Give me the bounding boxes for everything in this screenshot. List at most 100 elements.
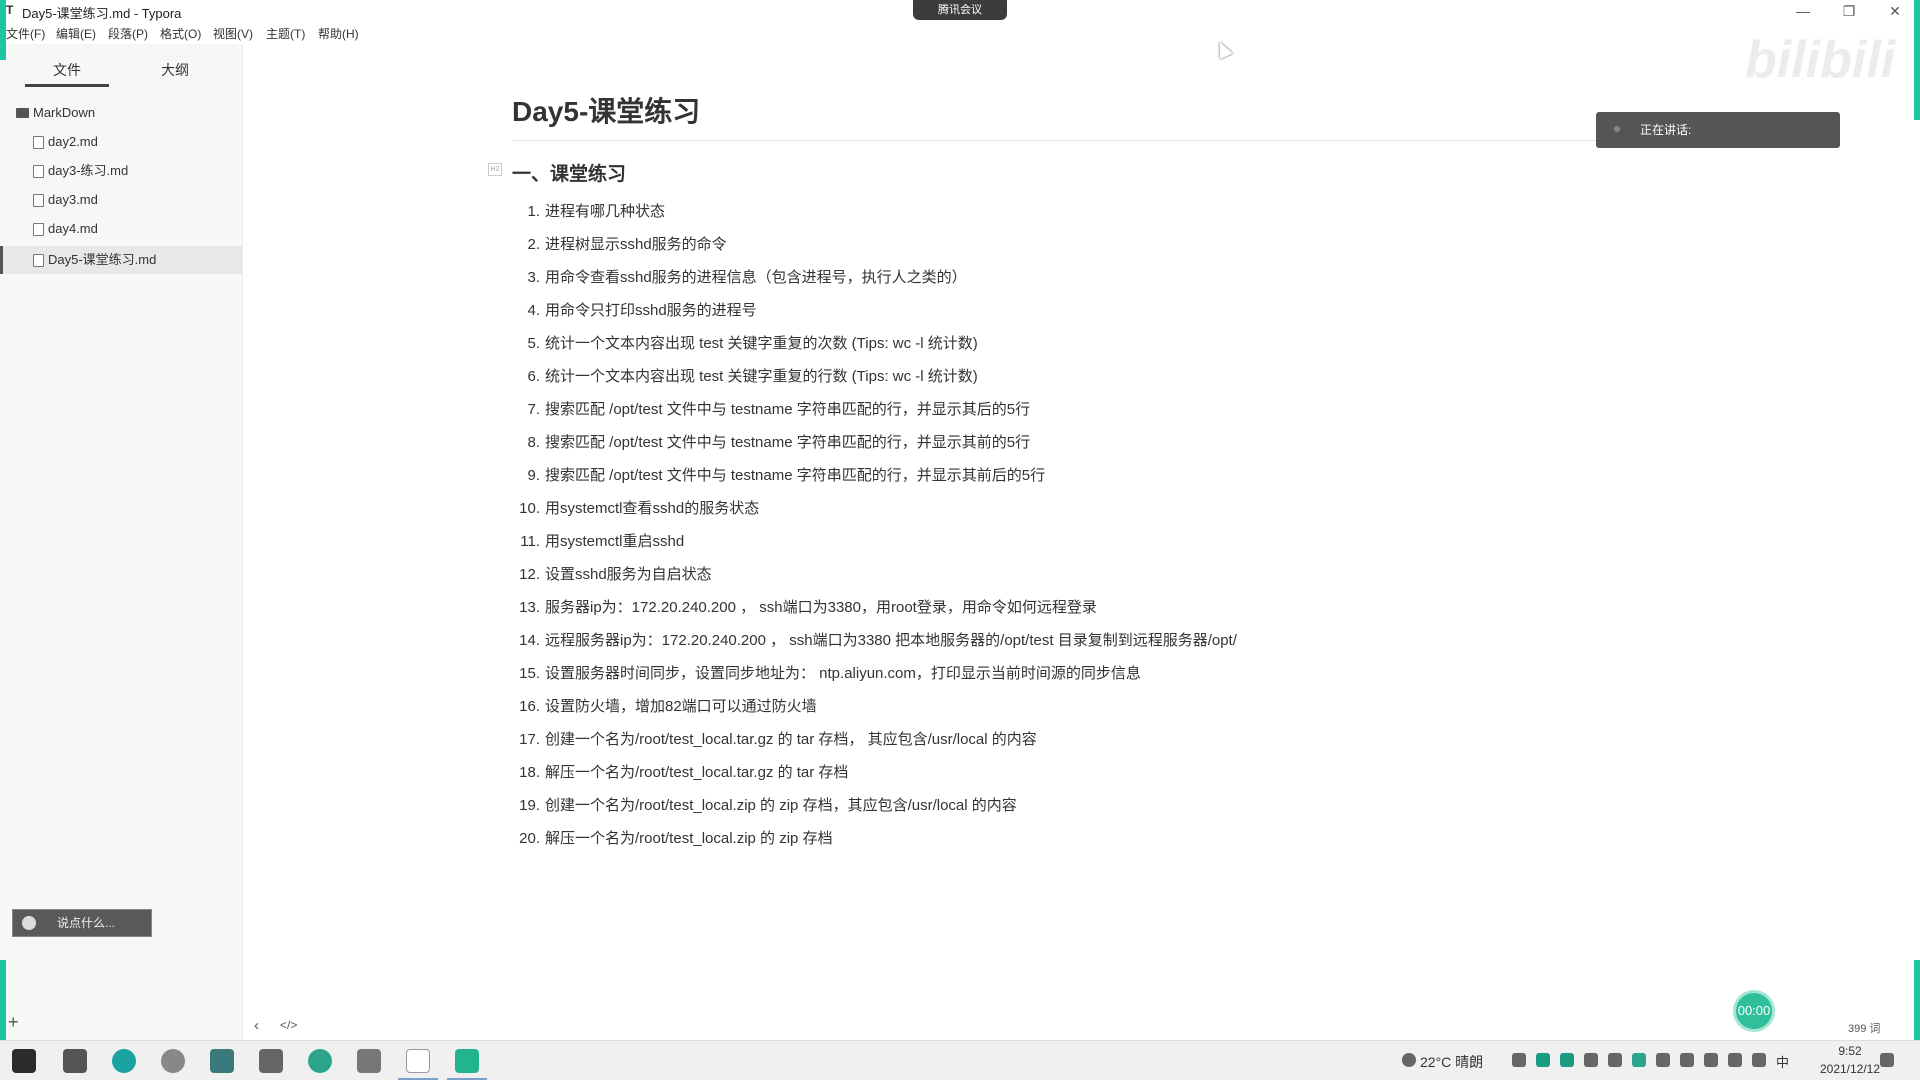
active-tab-indicator [25,84,109,87]
tray-icon[interactable] [1560,1053,1574,1067]
list-item[interactable]: 15. 设置服务器时间同步，设置同步地址为： ntp.aliyun.com，打印显… [510,660,1141,688]
source-mode-button[interactable]: </> [280,1018,297,1032]
menu-view[interactable]: 视图(V) [213,25,253,42]
file-icon [33,194,44,207]
weather-icon[interactable] [1402,1053,1416,1067]
danmu-icon [22,916,36,930]
notification-icon[interactable] [1880,1053,1894,1067]
add-file-button[interactable]: + [8,1012,19,1033]
tray-icon[interactable] [1656,1053,1670,1067]
speaker-icon [1614,126,1620,132]
menu-edit[interactable]: 编辑(E) [56,25,96,42]
app-icon[interactable] [357,1049,381,1073]
list-item[interactable]: 9. 搜索匹配 /opt/test 文件中与 testname 字符串匹配的行，并… [510,462,1045,490]
word-count[interactable]: 399 词 [1848,1020,1880,1036]
folder-label: MarkDown [33,105,96,120]
list-item[interactable]: 13. 服务器ip为：172.20.240.200 ， ssh端口为3380，用r… [510,594,1097,622]
heading-marker-icon: H2 [488,163,502,176]
clock-date[interactable]: 2021/12/12 [1810,1062,1890,1076]
list-item[interactable]: 17. 创建一个名为/root/test_local.tar.gz 的 tar 存… [510,726,1037,754]
typora-app-icon: T [6,3,14,17]
list-item[interactable]: 12. 设置sshd服务为自启状态 [510,561,712,589]
clock-time[interactable]: 9:52 [1810,1044,1890,1058]
typora-taskbar-icon[interactable] [406,1049,430,1073]
list-item[interactable]: 6. 统计一个文本内容出现 test 关键字重复的行数 (Tips: wc -l … [510,363,977,391]
list-item[interactable]: 16. 设置防火墙，增加82端口可以通过防火墙 [510,693,817,721]
toggle-sidebar-button[interactable]: ‹ [254,1017,259,1034]
tencent-meeting-taskbar-icon[interactable] [455,1049,479,1073]
menu-file[interactable]: 文件(F) [6,25,45,42]
tray-icon[interactable] [1632,1053,1646,1067]
file-label: Day5-课堂练习.md [48,252,157,267]
tab-files[interactable]: 文件 [25,60,109,80]
folder-icon [16,108,29,118]
list-item[interactable]: 11. 用systemctl重启sshd [510,528,684,556]
tray-icon[interactable] [1680,1053,1694,1067]
window-title: Day5-课堂练习.md - Typora [22,6,182,21]
network-icon[interactable] [1728,1053,1742,1067]
app-icon[interactable] [308,1049,332,1073]
list-item[interactable]: 4. 用命令只打印sshd服务的进程号 [510,297,756,325]
active-file-marker [0,246,3,274]
list-item[interactable]: 20. 解压一个名为/root/test_local.zip 的 zip 存档 [510,825,832,853]
close-icon[interactable]: ✕ [1872,0,1918,22]
app-icon[interactable] [161,1049,185,1073]
menu-theme[interactable]: 主题(T) [266,25,305,42]
list-item[interactable]: 19. 创建一个名为/root/test_local.zip 的 zip 存档，其… [510,792,1017,820]
minimize-icon[interactable]: — [1780,0,1826,22]
start-windows-icon[interactable] [12,1049,36,1073]
file-icon [33,165,44,178]
speaking-indicator: 正在讲话: [1596,112,1840,148]
status-bar: ‹ </> 399 词 [244,1014,1920,1040]
list-item[interactable]: 8. 搜索匹配 /opt/test 文件中与 testname 字符串匹配的行，并… [510,429,1030,457]
list-item[interactable]: 2. 进程树显示sshd服务的命令 [510,231,726,259]
list-item[interactable]: 5. 统计一个文本内容出现 test 关键字重复的次数 (Tips: wc -l … [510,330,977,358]
tray-icon[interactable] [1536,1053,1550,1067]
folder-markdown[interactable]: MarkDown [0,99,242,127]
file-icon [33,254,44,267]
screen-edge-accent [0,0,6,60]
list-item[interactable]: 3. 用命令查看sshd服务的进程信息（包含进程号，执行人之类的） [510,264,966,292]
tab-outline[interactable]: 大纲 [133,60,217,80]
maximize-icon[interactable]: ❐ [1826,0,1872,22]
tray-icon[interactable] [1584,1053,1598,1067]
tray-icon[interactable] [1512,1053,1526,1067]
menu-paragraph[interactable]: 段落(P) [108,25,148,42]
list-item[interactable]: 18. 解压一个名为/root/test_local.tar.gz 的 tar 存… [510,759,848,787]
tray-icon[interactable] [1704,1053,1718,1067]
weather-text[interactable]: 22°C 晴朗 [1420,1052,1483,1072]
file-icon [33,136,44,149]
app-icon[interactable] [259,1049,283,1073]
section-heading[interactable]: 一、课堂练习 [512,159,626,186]
menu-format[interactable]: 格式(O) [160,25,201,42]
title-divider [512,140,1652,141]
menu-help[interactable]: 帮助(H) [318,25,359,42]
list-item[interactable]: 14. 远程服务器ip为：172.20.240.200 ， ssh端口为3380 … [510,627,1237,655]
input-method-indicator[interactable]: 中 [1776,1052,1789,1071]
file-label: day4.md [48,221,98,236]
tray-icon[interactable] [1608,1053,1622,1067]
file-item-active[interactable]: Day5-课堂练习.md [0,246,242,274]
volume-icon[interactable] [1752,1053,1766,1067]
screen-edge-accent [0,960,6,1040]
sidebar: 文件 大纲 MarkDown day2.md day3-练习.md day3.m… [0,44,243,1040]
editor-pane[interactable]: Day5-课堂练习 H2 一、课堂练习 1. 进程有哪几种状态 2. 进程树显示ss… [244,44,1920,1040]
file-item[interactable]: day2.md [0,128,242,156]
file-icon [33,223,44,236]
tencent-meeting-pill[interactable]: 腾讯会议 [913,0,1007,20]
edge-browser-icon[interactable] [112,1049,136,1073]
menu-bar: 文件(F) 编辑(E) 段落(P) 格式(O) 视图(V) 主题(T) 帮助(H… [0,22,500,44]
document-title[interactable]: Day5-课堂练习 [512,90,700,130]
bilibili-watermark: bilibili [1745,31,1896,89]
app-icon[interactable] [63,1049,87,1073]
file-item[interactable]: day3-练习.md [0,157,242,185]
list-item[interactable]: 1. 进程有哪几种状态 [510,198,665,226]
list-item[interactable]: 7. 搜索匹配 /opt/test 文件中与 testname 字符串匹配的行，并… [510,396,1030,424]
app-icon[interactable] [210,1049,234,1073]
screen-edge-accent [1914,0,1920,120]
danmu-input[interactable]: 说点什么... [12,909,152,937]
file-item[interactable]: day4.md [0,215,242,243]
file-item[interactable]: day3.md [0,186,242,214]
list-item[interactable]: 10. 用systemctl查看sshd的服务状态 [510,495,759,523]
danmu-placeholder: 说点什么... [57,916,116,930]
